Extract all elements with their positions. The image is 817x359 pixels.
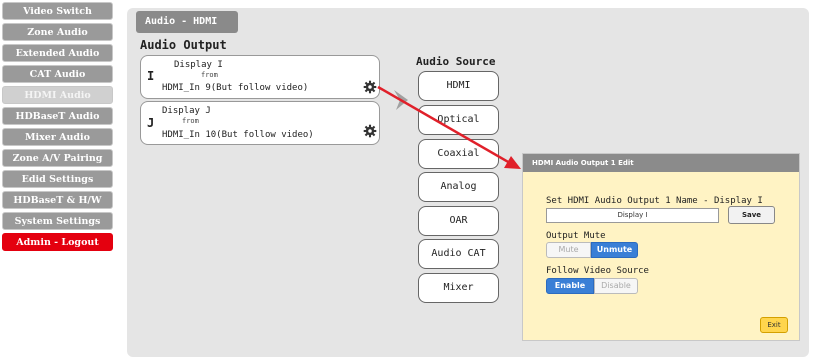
dialog-title: HDMI Audio Output 1 Edit (523, 154, 799, 172)
output-mute-label: Output Mute (546, 231, 606, 241)
edit-dialog: HDMI Audio Output 1 Edit Set HDMI Audio … (522, 153, 800, 341)
red-arrow-line (377, 85, 511, 165)
follow-toggle-disable[interactable]: Disable (594, 278, 638, 294)
follow-video-label: Follow Video Source (546, 266, 649, 276)
mute-toggle-unmute[interactable]: Unmute (591, 242, 638, 258)
exit-button[interactable]: Exit (760, 317, 788, 333)
mute-toggle-mute[interactable]: Mute (546, 242, 591, 258)
follow-toggle-enable[interactable]: Enable (546, 278, 594, 294)
name-label: Set HDMI Audio Output 1 Name - Display I (546, 196, 763, 206)
red-arrow-head-icon (504, 156, 521, 169)
output-name-input[interactable]: Display I (546, 208, 719, 223)
save-button[interactable]: Save (728, 206, 775, 224)
